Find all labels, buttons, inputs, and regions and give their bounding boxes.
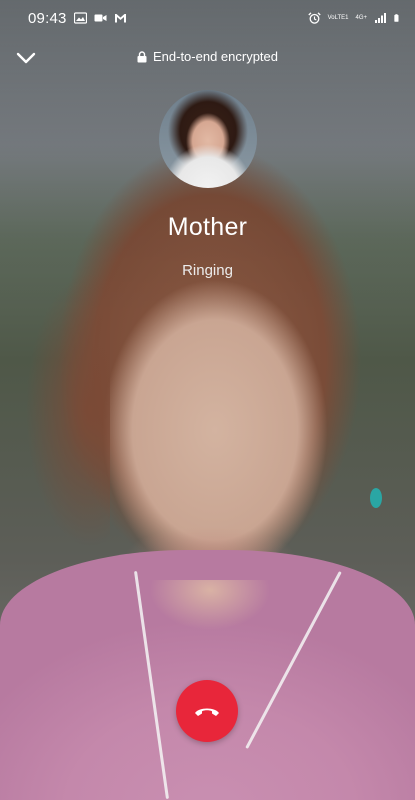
caller-avatar <box>159 90 257 188</box>
gallery-icon <box>73 12 87 24</box>
status-left: 09:43 <box>28 10 127 27</box>
status-bar: 09:43 VoLTE1 4G+ <box>0 0 415 36</box>
call-screen: 09:43 VoLTE1 4G+ End-to-end encrypted Mo… <box>0 0 415 800</box>
hang-up-icon <box>195 708 219 716</box>
network-type-icon: 4G+ <box>355 15 367 21</box>
battery-icon <box>394 14 399 22</box>
volte-label: VoLTE1 <box>327 15 349 21</box>
call-top-bar: End-to-end encrypted <box>0 40 415 76</box>
network-label: 4G+ <box>355 15 367 21</box>
encryption-notice: End-to-end encrypted <box>0 49 415 64</box>
status-time: 09:43 <box>28 9 67 27</box>
signal-icon <box>375 13 386 23</box>
caller-name: Mother <box>167 213 248 241</box>
encryption-text: End-to-end encrypted <box>152 49 279 64</box>
gmail-icon <box>114 14 126 23</box>
video-call-icon <box>94 14 107 22</box>
end-call-button[interactable] <box>176 680 238 742</box>
lock-icon <box>137 50 147 62</box>
alarm-icon <box>307 12 321 24</box>
status-right: VoLTE1 4G+ <box>307 12 403 24</box>
call-status: Ringing <box>182 262 233 279</box>
volte-icon: VoLTE1 <box>328 15 349 21</box>
